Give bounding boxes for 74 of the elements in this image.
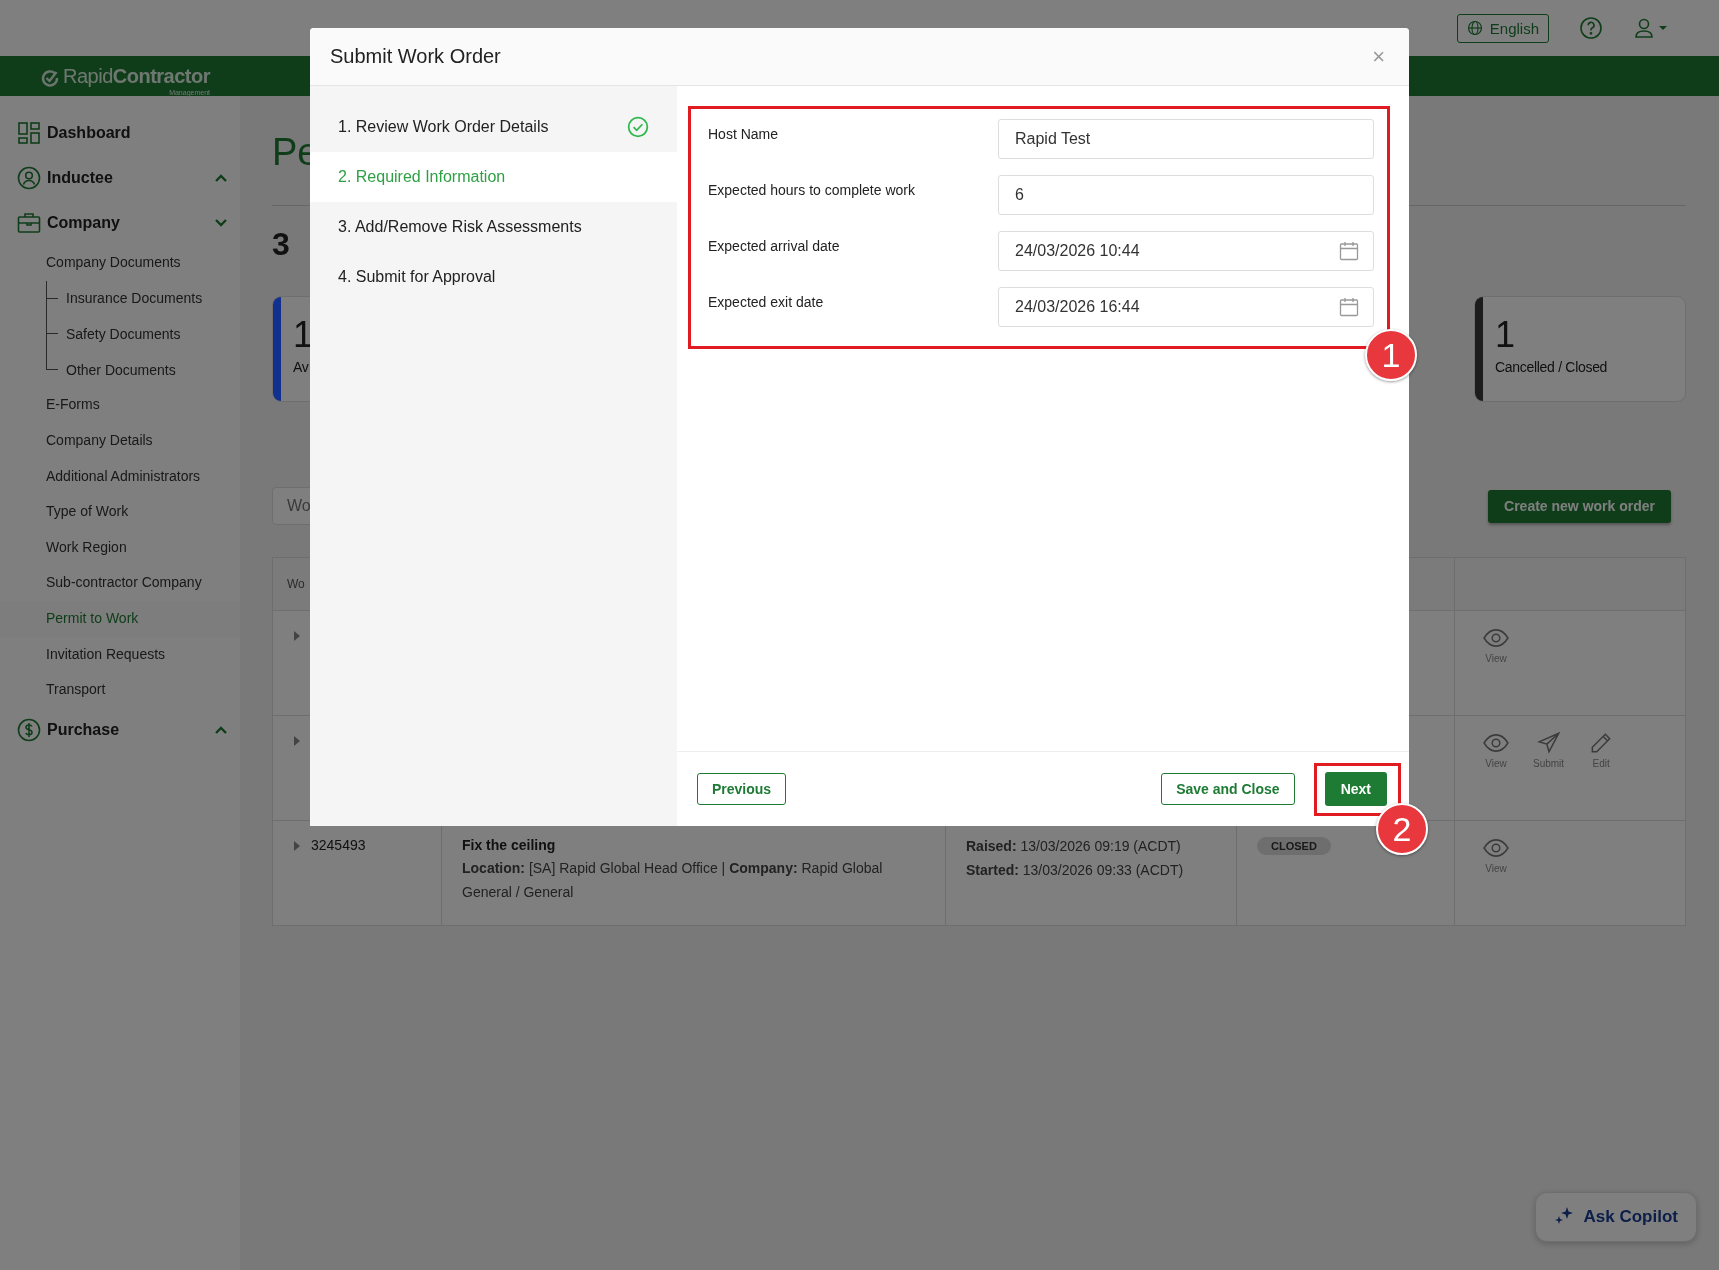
eye-icon [1483,837,1509,859]
sidebar-item[interactable]: Type of Work [0,494,240,530]
globe-icon [1466,20,1483,36]
chevron-icon[interactable] [214,217,228,228]
field-label: Expected arrival date [708,238,840,254]
work-order-id: 3245493 [311,837,366,853]
status-badge: CLOSED [1257,837,1331,855]
field-label: Host Name [708,126,779,142]
expand-icon[interactable] [293,735,301,747]
logo-icon [40,67,60,88]
ask-copilot-button[interactable]: Ask Copilot [1534,1192,1697,1242]
sidebar-section[interactable]: Inductee [47,168,214,187]
sidebar-item[interactable]: Other Documents [66,361,176,378]
raised-date: Raised: 13/03/2026 09:19 (ACDT) [966,837,1182,855]
brand-name: RapidContractor [63,64,210,88]
card-value: 1 [293,317,314,353]
row-action[interactable]: View [1483,732,1509,804]
calendar-icon[interactable] [1339,297,1359,317]
calendar-icon[interactable] [1339,241,1359,261]
language-button[interactable]: English [1456,13,1549,43]
sidebar-item[interactable]: Invitation Requests [0,636,240,673]
sidebar-item[interactable]: Additional Administrators [0,458,240,495]
row-action[interactable]: View [1483,627,1509,699]
user-circle-icon [17,165,41,190]
wizard-step[interactable]: 4. Submit for Approval [310,252,677,302]
close-button[interactable]: × [1368,43,1389,70]
step-number-badge: 1 [1365,329,1417,381]
field-label: Expected hours to complete work [708,182,915,198]
sidebar-item[interactable]: Sub-contractor Company [0,565,240,601]
field-label: Expected exit date [708,294,824,310]
eye-icon [1483,627,1509,649]
count-heading: 3 [272,226,290,264]
sidebar-section[interactable]: Purchase [47,721,214,740]
wizard-step[interactable]: 2. Required Information [310,152,677,202]
row-action[interactable]: Submit [1533,732,1565,804]
sidebar-item[interactable]: Safety Documents [66,326,181,342]
work-order-title: Fix the ceiling [462,837,557,853]
started-date: Started: 13/03/2026 09:33 (ACDT) [966,861,1185,879]
sidebar-item[interactable]: Work Region [0,529,240,566]
date-field[interactable]: 24/03/2026 10:44 [998,231,1374,271]
grid-icon [17,120,41,145]
save-and-close-button[interactable]: Save and Close [1161,773,1295,805]
expand-icon[interactable] [293,840,301,852]
column-header: Wo [287,577,305,591]
wizard-step[interactable]: 1. Review Work Order Details [310,102,677,152]
previous-button[interactable]: Previous [697,773,787,805]
row-action[interactable]: Edit [1588,732,1615,804]
chevron-icon[interactable] [214,172,228,183]
sidebar-section[interactable]: Dashboard [47,123,228,142]
dialog-title: Submit Work Order [330,45,501,68]
briefcase-icon [17,210,41,235]
date-field[interactable]: 24/03/2026 16:44 [998,287,1374,327]
chevron-icon[interactable] [214,725,228,736]
send-icon [1535,732,1562,754]
card-label: Cancelled / Closed [1495,359,1608,375]
card-value: 1 [1495,317,1517,353]
sidebar-item[interactable]: Company Documents [0,245,240,281]
sidebar-item[interactable]: Insurance Documents [66,290,203,307]
dollar-icon [17,718,41,743]
text-field[interactable]: 6 [998,175,1374,215]
work-order-details: Location: [SA] Rapid Global Head Office | Company: Rapid Global General / General [462,859,884,902]
create-button[interactable]: Create new work order [1488,489,1671,523]
sidebar-item[interactable]: Transport [0,672,240,708]
wizard-step[interactable]: 3. Add/Remove Risk Assessments [310,202,677,252]
card-label: Av [293,359,310,375]
next-button[interactable]: Next [1324,772,1387,806]
sidebar-item[interactable]: Company Details [0,422,240,459]
row-action[interactable]: View [1483,837,1509,909]
text-field[interactable]: Rapid Test [998,119,1374,159]
expand-icon[interactable] [293,630,301,642]
sidebar-section[interactable]: Company [47,213,214,232]
sidebar-item[interactable]: E-Forms [0,387,240,423]
help-icon[interactable] [1579,16,1603,40]
eye-icon [1483,732,1509,754]
